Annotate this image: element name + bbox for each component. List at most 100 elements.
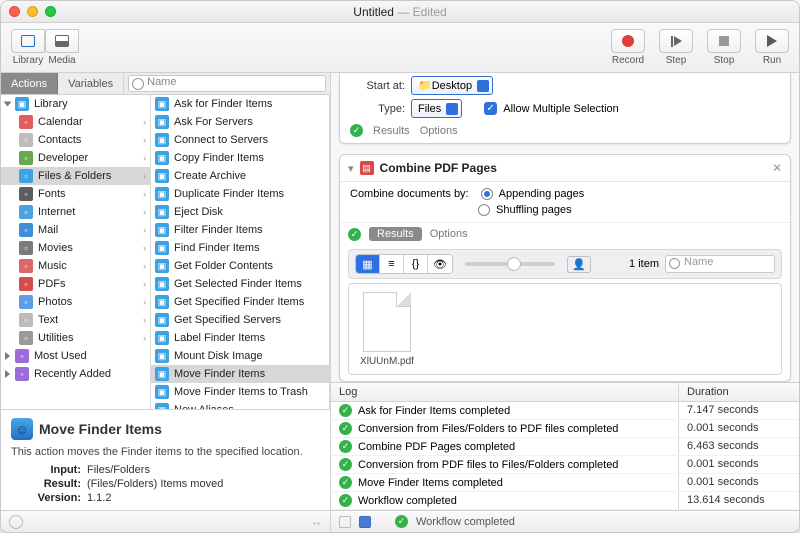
start-at-select[interactable]: 📁 Desktop [411,76,493,95]
library-root[interactable]: ▣Library [1,95,150,113]
category-text[interactable]: ▫Text› [1,311,150,329]
gear-icon[interactable] [9,515,23,529]
status-ok-icon: ✓ [395,515,408,528]
person-icon[interactable]: 👤 [567,256,591,273]
stop-button[interactable]: Stop [707,29,741,66]
thumbnail-size-slider[interactable] [465,262,555,266]
action-item[interactable]: ▣Find Finder Items [151,239,329,257]
status-bar: ✓ Workflow completed [331,510,799,532]
category-developer[interactable]: ▫Developer› [1,149,150,167]
duration-col-header[interactable]: Duration [679,383,799,401]
info-title: Move Finder Items [39,421,162,437]
zoom-icon[interactable] [45,6,56,17]
category-utilities[interactable]: ▫Utilities› [1,329,150,347]
minimize-icon[interactable] [27,6,38,17]
action-info-panel: ☺ Move Finder Items This action moves the… [1,409,330,510]
status-text: Workflow completed [416,516,515,528]
status-ok-icon: ✓ [350,124,363,137]
category-most-used[interactable]: ▫Most Used [1,347,150,365]
action-item[interactable]: ▣Mount Disk Image [151,347,329,365]
close-icon[interactable] [9,6,20,17]
category-list[interactable]: ▣Library▫Calendar›▫Contacts›▫Developer›▫… [1,95,151,409]
item-count: 1 item [629,258,659,270]
window-title: Untitled — Edited [353,5,446,19]
action-item[interactable]: ▣Copy Finder Items [151,149,329,167]
tab-variables[interactable]: Variables [58,73,124,94]
chevron-down-icon[interactable]: ▾ [348,162,354,175]
grid-view-icon: ▦ [356,255,380,273]
action-item[interactable]: ▣Duplicate Finder Items [151,185,329,203]
action-item[interactable]: ▣Get Specified Finder Items [151,293,329,311]
options-link[interactable]: Options [430,228,468,240]
close-action-icon[interactable]: ✕ [772,161,782,175]
record-icon [622,35,634,47]
category-movies[interactable]: ▫Movies› [1,239,150,257]
finder-icon: ☺ [11,418,33,440]
media-icon [55,35,69,47]
action-item[interactable]: ▣Get Folder Contents [151,257,329,275]
quicklook-icon: 👁 [428,255,452,273]
action-item[interactable]: ▣Ask For Servers [151,113,329,131]
result-filename: XlUUnM.pdf [357,356,417,367]
library-icon [21,35,35,47]
resize-icon[interactable]: ↔ [311,516,322,528]
log-row[interactable]: ✓Workflow completed13.614 seconds [331,492,799,510]
actions-list[interactable]: ▣Ask for Finder Items▣Ask For Servers▣Co… [151,95,330,409]
view-mode-segment[interactable]: ▦ ≡ {} 👁 [355,254,453,274]
log-table[interactable]: Log Duration ✓Ask for Finder Items compl… [331,382,799,510]
results-link[interactable]: Results [373,125,410,137]
category-files-folders[interactable]: ▫Files & Folders› [1,167,150,185]
log-row[interactable]: ✓Move Finder Items completed0.001 second… [331,474,799,492]
category-pdfs[interactable]: ▫PDFs› [1,275,150,293]
step-button[interactable]: Step [659,29,693,66]
log-toggle-icon[interactable] [339,516,351,528]
stop-icon [719,36,729,46]
action-item[interactable]: ▣Label Finder Items [151,329,329,347]
action-item[interactable]: ▣New Aliases [151,401,329,409]
run-button[interactable]: Run [755,29,789,66]
radio-shuffling[interactable] [478,204,490,216]
action-item[interactable]: ▣Filter Finder Items [151,221,329,239]
allow-multiple-checkbox[interactable]: ✓ [484,102,497,115]
list-view-icon: ≡ [380,255,404,273]
category-internet[interactable]: ▫Internet› [1,203,150,221]
variables-toggle-icon[interactable] [359,516,371,528]
log-row[interactable]: ✓Combine PDF Pages completed6.463 second… [331,438,799,456]
library-search-input[interactable]: Name [128,75,326,92]
options-link[interactable]: Options [420,125,458,137]
action-item[interactable]: ▣Get Selected Finder Items [151,275,329,293]
category-photos[interactable]: ▫Photos› [1,293,150,311]
results-pill[interactable]: Results [369,227,422,241]
titlebar: Untitled — Edited [1,1,799,23]
log-col-header[interactable]: Log [331,383,679,401]
type-select[interactable]: Files [411,99,462,118]
action-item[interactable]: ▣Get Specified Servers [151,311,329,329]
action-item[interactable]: ▣Connect to Servers [151,131,329,149]
action-item[interactable]: ▣Ask for Finder Items [151,95,329,113]
library-button[interactable]: Library [11,29,45,66]
results-grid[interactable]: XlUUnM.pdf [348,283,782,375]
info-description: This action moves the Finder items to th… [11,446,320,458]
media-button[interactable]: Media [45,29,79,66]
action-item[interactable]: ▣Move Finder Items [151,365,329,383]
log-row[interactable]: ✓Ask for Finder Items completed7.147 sec… [331,402,799,420]
action-item[interactable]: ▣Create Archive [151,167,329,185]
category-mail[interactable]: ▫Mail› [1,221,150,239]
pdf-icon: ▤ [360,161,374,175]
record-button[interactable]: Record [611,29,645,66]
action-item[interactable]: ▣Eject Disk [151,203,329,221]
results-toolbar: ▦ ≡ {} 👁 👤 1 item Name [348,249,782,279]
result-item[interactable]: XlUUnM.pdf [357,292,417,367]
category-music[interactable]: ▫Music› [1,257,150,275]
log-row[interactable]: ✓Conversion from PDF files to Files/Fold… [331,456,799,474]
category-fonts[interactable]: ▫Fonts› [1,185,150,203]
radio-appending[interactable] [481,188,493,200]
results-search-input[interactable]: Name [665,255,775,273]
log-row[interactable]: ✓Conversion from Files/Folders to PDF fi… [331,420,799,438]
tab-actions[interactable]: Actions [1,73,58,94]
action-item[interactable]: ▣Move Finder Items to Trash [151,383,329,401]
category-contacts[interactable]: ▫Contacts› [1,131,150,149]
status-ok-icon: ✓ [348,228,361,241]
category-calendar[interactable]: ▫Calendar› [1,113,150,131]
category-recently-added[interactable]: ▫Recently Added [1,365,150,383]
